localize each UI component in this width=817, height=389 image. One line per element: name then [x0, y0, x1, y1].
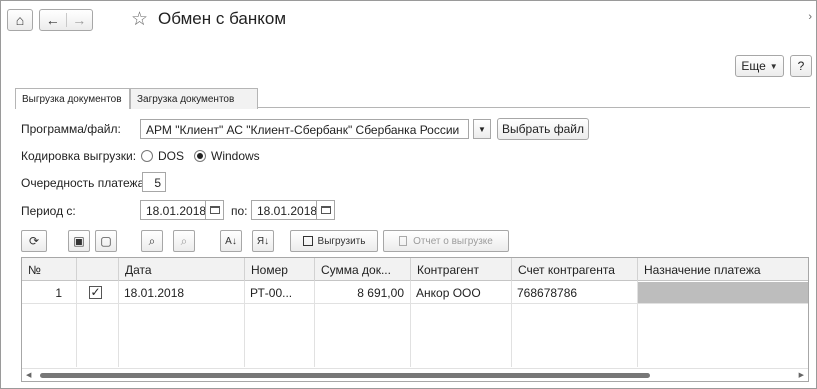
- period-to-calendar-button[interactable]: [317, 200, 335, 220]
- scroll-right-icon[interactable]: ▶: [799, 371, 804, 379]
- scrollbar-thumb[interactable]: [40, 373, 650, 378]
- encoding-dos-label: DOS: [158, 149, 185, 163]
- sort-desc-button[interactable]: Я↓: [252, 230, 274, 252]
- export-button[interactable]: Выгрузить: [290, 230, 378, 252]
- scroll-left-icon[interactable]: ◀: [26, 371, 31, 379]
- row-account: 768678786: [517, 286, 578, 300]
- help-button-label: ?: [797, 59, 805, 73]
- refresh-icon: ⟳: [28, 234, 40, 248]
- encoding-windows-label: Windows: [211, 149, 260, 163]
- column-header-date[interactable]: Дата: [118, 258, 244, 281]
- sort-ascending-icon: A↓: [225, 235, 237, 247]
- encoding-dos-radio[interactable]: [141, 150, 153, 162]
- calendar-icon: [209, 206, 220, 214]
- program-label: Программа/файл:: [21, 122, 121, 136]
- page-title: Обмен с банком: [158, 9, 287, 28]
- period-from-input[interactable]: 18.01.2018: [140, 200, 206, 220]
- save-icon: [302, 236, 313, 246]
- export-button-label: Выгрузить: [317, 235, 366, 247]
- program-select[interactable]: АРМ "Клиент" АС "Клиент-Сбербанк" Сберба…: [140, 119, 469, 139]
- priority-input[interactable]: 5: [142, 172, 166, 192]
- encoding-label: Кодировка выгрузки:: [21, 149, 137, 163]
- cancel-find-button[interactable]: ⌕: [173, 230, 195, 252]
- row-checkbox[interactable]: ✓: [89, 286, 102, 299]
- cancel-search-icon: ⌕: [180, 233, 188, 248]
- table-row[interactable]: 1 ✓ 18.01.2018 РТ-00... 8 691,00 Анкор О…: [22, 282, 808, 303]
- row-number: 1: [55, 286, 62, 300]
- tab-bar: Выгрузка документов Загрузка документов: [15, 88, 810, 109]
- export-report-button[interactable]: Отчет о выгрузке: [383, 230, 509, 252]
- more-button-label: Еще: [741, 59, 766, 73]
- period-label: Период с:: [21, 204, 76, 218]
- find-button[interactable]: ⌕: [141, 230, 163, 252]
- tab-export-documents[interactable]: Выгрузка документов: [15, 88, 130, 109]
- report-icon: [399, 236, 408, 246]
- period-to-input[interactable]: 18.01.2018: [251, 200, 317, 220]
- home-button[interactable]: ⌂: [7, 9, 33, 31]
- more-button[interactable]: Еще ▼: [735, 55, 784, 77]
- program-dropdown-button[interactable]: ▼: [473, 119, 491, 139]
- close-icon[interactable]: ›: [808, 11, 812, 23]
- table-header: № Дата Номер Сумма док... Контрагент Сче…: [22, 258, 808, 281]
- search-icon: ⌕: [148, 233, 156, 248]
- refresh-button[interactable]: ⟳: [21, 230, 47, 252]
- bank-exchange-window: ⌂ ← → ☆ Обмен с банком › Еще ▼ ? Выгрузк…: [0, 0, 817, 389]
- row-sum: 8 691,00: [357, 286, 404, 300]
- chevron-down-icon: ▼: [478, 124, 486, 134]
- history-nav-group: ← →: [39, 9, 93, 31]
- favorite-star-icon[interactable]: ☆: [131, 8, 148, 31]
- back-icon[interactable]: ←: [40, 12, 66, 28]
- choose-file-button[interactable]: Выбрать файл: [497, 118, 589, 140]
- select-all-button[interactable]: ▣: [68, 230, 90, 252]
- title-bar: ⌂ ← → ☆ Обмен с банком ›: [7, 9, 812, 33]
- forward-icon[interactable]: →: [67, 12, 93, 28]
- documents-table: № Дата Номер Сумма док... Контрагент Сче…: [21, 257, 809, 382]
- sort-descending-icon: Я↓: [256, 235, 270, 247]
- export-report-label: Отчет о выгрузке: [413, 235, 493, 247]
- row-counterparty: Анкор ООО: [416, 286, 481, 300]
- deselect-all-button[interactable]: ▢: [95, 230, 117, 252]
- column-header-doc-number[interactable]: Номер: [244, 258, 314, 281]
- tab-import-documents[interactable]: Загрузка документов: [130, 88, 258, 109]
- encoding-windows-radio[interactable]: [194, 150, 206, 162]
- period-to-label: по:: [231, 204, 248, 218]
- column-header-account[interactable]: Счет контрагента: [511, 258, 637, 281]
- row-doc-number: РТ-00...: [250, 286, 293, 300]
- horizontal-scrollbar[interactable]: ◀ ▶: [22, 368, 808, 381]
- select-all-icon: ▣: [73, 234, 85, 248]
- row-purpose: [638, 282, 808, 303]
- grid-line: [22, 303, 808, 304]
- column-header-counterparty[interactable]: Контрагент: [410, 258, 511, 281]
- priority-label: Очередность платежа:: [21, 176, 148, 190]
- deselect-all-icon: ▢: [100, 234, 112, 248]
- choose-file-label: Выбрать файл: [502, 122, 584, 136]
- help-button[interactable]: ?: [790, 55, 812, 77]
- column-header-purpose[interactable]: Назначение платежа: [637, 258, 808, 281]
- column-header-sum[interactable]: Сумма док...: [314, 258, 410, 281]
- calendar-icon: [320, 206, 331, 214]
- period-from-calendar-button[interactable]: [206, 200, 224, 220]
- row-date: 18.01.2018: [124, 286, 185, 300]
- chevron-down-icon: ▼: [769, 61, 778, 71]
- column-header-number[interactable]: №: [22, 258, 76, 281]
- sort-asc-button[interactable]: A↓: [220, 230, 242, 252]
- column-header-check[interactable]: [76, 258, 118, 281]
- home-icon: ⌂: [15, 12, 25, 28]
